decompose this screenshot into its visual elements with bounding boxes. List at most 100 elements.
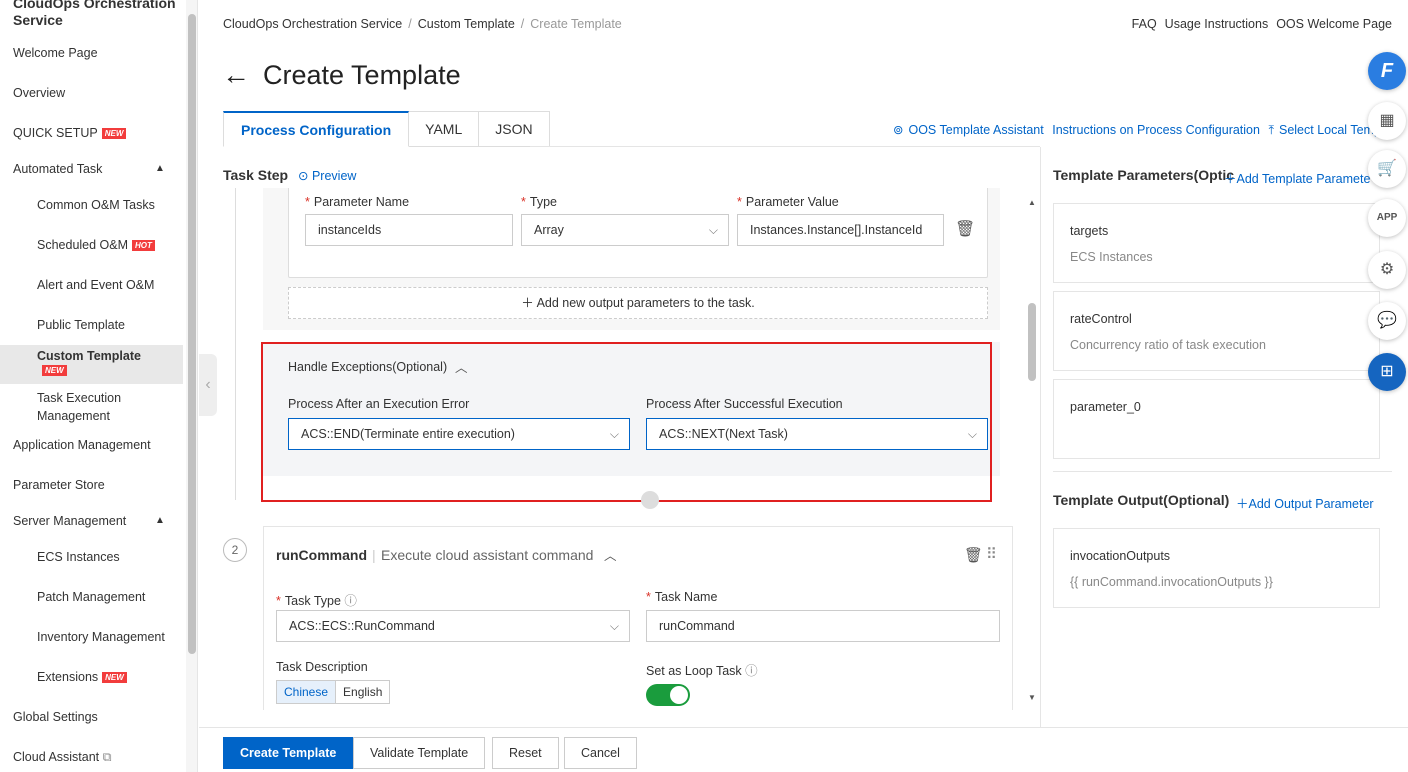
sidebar-item-public-template[interactable]: Public Template: [37, 318, 125, 332]
tab-yaml[interactable]: YAML: [409, 111, 480, 147]
param-card[interactable]: rateControl Concurrency ratio of task exe…: [1053, 291, 1380, 371]
qr-code-icon[interactable]: ▦: [1368, 102, 1406, 140]
faq-link[interactable]: FAQ: [1132, 17, 1157, 31]
drag-handle-dot[interactable]: [641, 491, 659, 509]
trash-icon[interactable]: 🗑: [955, 219, 975, 239]
scroll-down-icon[interactable]: ▼: [1028, 693, 1036, 702]
chevron-down-icon: ⌵: [609, 619, 619, 633]
sidebar-scroll-thumb[interactable]: [188, 14, 196, 654]
sidebar-item-alert-event[interactable]: Alert and Event O&M: [37, 278, 154, 292]
breadcrumb: CloudOps Orchestration Service / Custom Te…: [223, 17, 622, 31]
sidebar-item-label: Custom Template: [37, 349, 141, 363]
sidebar-item-task-execution[interactable]: Task Execution Management: [37, 389, 157, 425]
loop-task-label: Set as Loop Task ⓘ: [646, 664, 758, 678]
chevron-up-icon[interactable]: ︿: [604, 545, 617, 564]
sidebar-item-extensions[interactable]: Extensions NEW: [37, 670, 127, 684]
app-icon[interactable]: APP: [1368, 199, 1406, 237]
breadcrumb-item[interactable]: CloudOps Orchestration Service: [223, 17, 402, 31]
sidebar-item-common-om[interactable]: Common O&M Tasks: [37, 198, 155, 212]
tab-process-configuration[interactable]: Process Configuration: [223, 111, 410, 147]
footer-actions: Create Template Validate Template Reset …: [199, 727, 1408, 772]
sidebar-item-custom-template[interactable]: Custom Template NEW: [37, 349, 141, 377]
loop-task-toggle[interactable]: [646, 684, 690, 706]
assistant-logo-icon[interactable]: F: [1368, 52, 1406, 90]
param-card[interactable]: parameter_0: [1053, 379, 1380, 459]
sidebar-item-label: Cloud Assistant: [13, 750, 100, 764]
right-panel-divider: [1053, 471, 1392, 472]
apps-grid-icon[interactable]: ⊞: [1368, 353, 1406, 391]
type-label: * Type: [521, 195, 557, 209]
add-output-param-button[interactable]: ＋ Add new output parameters to the task.: [288, 287, 988, 319]
lang-chinese-option[interactable]: Chinese: [277, 681, 337, 703]
preview-button[interactable]: ⊙ Preview: [298, 168, 356, 183]
sidebar-item-server-management[interactable]: Server Management: [13, 514, 126, 528]
step-number: 2: [223, 538, 247, 562]
editor-scrollbar[interactable]: ▲ ▼: [1024, 188, 1040, 710]
heading-divider: |: [372, 547, 376, 563]
chat-icon[interactable]: 💬: [1368, 302, 1406, 340]
param-value-input[interactable]: Instances.Instance[].InstanceId: [737, 214, 944, 246]
type-select[interactable]: Array ⌵: [521, 214, 729, 246]
sidebar-item-overview[interactable]: Overview: [13, 86, 65, 100]
output-param-card: * Parameter Name * Type * Parameter Value i…: [288, 188, 988, 278]
template-output-title: Template Output(Optional): [1053, 492, 1230, 508]
sidebar-item-global-settings[interactable]: Global Settings: [13, 710, 98, 724]
welcome-page-link[interactable]: OOS Welcome Page: [1276, 17, 1392, 31]
sidebar-item-quick-setup[interactable]: QUICK SETUP NEW: [13, 126, 127, 140]
help-icon[interactable]: ⓘ: [344, 594, 357, 608]
sidebar-item-parameter-store[interactable]: Parameter Store: [13, 478, 105, 492]
lang-english-option[interactable]: English: [336, 681, 389, 703]
upload-icon: ⤒: [1268, 123, 1274, 137]
add-output-param-link[interactable]: ＋Add Output Parameter: [1236, 493, 1374, 512]
reset-button[interactable]: Reset: [492, 737, 559, 769]
new-badge: NEW: [42, 365, 67, 376]
validate-template-button[interactable]: Validate Template: [353, 737, 486, 769]
new-badge: NEW: [101, 128, 127, 139]
language-toggle: Chinese English: [276, 680, 391, 704]
highlight-box: [261, 342, 992, 502]
toggle-knob: [670, 686, 688, 704]
editor-toolbar: ⊚ OOS Template Assistant Instructions on …: [893, 122, 1389, 138]
gear-icon[interactable]: ⚙: [1368, 251, 1406, 289]
drag-grip-icon[interactable]: ⠿: [986, 545, 997, 563]
collapse-sidebar-handle[interactable]: ‹: [199, 354, 217, 416]
param-card[interactable]: targets ECS Instances: [1053, 203, 1380, 283]
play-icon: ⊙: [298, 169, 309, 183]
sidebar-item-automated-task[interactable]: Automated Task: [13, 162, 102, 176]
sidebar-brand: CloudOps Orchestration Service: [13, 0, 176, 28]
task-type-select[interactable]: ACS::ECS::RunCommand ⌵: [276, 610, 630, 642]
sidebar-item-patch[interactable]: Patch Management: [37, 590, 145, 604]
usage-instructions-link[interactable]: Usage Instructions: [1165, 17, 1269, 31]
output-card[interactable]: invocationOutputs{{ runCommand.invocatio…: [1053, 528, 1380, 608]
sidebar-item-cloud-assistant[interactable]: Cloud Assistant ⧉: [13, 750, 112, 765]
back-arrow-icon[interactable]: ←: [222, 60, 250, 90]
trash-icon[interactable]: 🗑: [964, 546, 983, 564]
new-badge: NEW: [102, 672, 127, 683]
sidebar-item-ecs-instances[interactable]: ECS Instances: [37, 550, 120, 564]
template-assistant-link[interactable]: OOS Template Assistant: [908, 123, 1043, 137]
sidebar-item-welcome[interactable]: Welcome Page: [13, 46, 98, 60]
task-name-heading: runCommand: [276, 547, 367, 563]
param-name-input[interactable]: instanceIds: [305, 214, 513, 246]
breadcrumb-item[interactable]: Custom Template: [418, 17, 515, 31]
cancel-button[interactable]: Cancel: [564, 737, 637, 769]
help-icon[interactable]: ⓘ: [745, 664, 758, 678]
task-step-editor: * Parameter Name * Type * Parameter Value i…: [223, 188, 1040, 710]
plus-icon: ＋: [1236, 497, 1249, 511]
add-template-param-link[interactable]: ＋Add Template Paramete: [1224, 168, 1370, 187]
template-params-title: Template Parameters(Optic: [1053, 167, 1235, 183]
tab-json[interactable]: JSON: [479, 111, 550, 147]
param-value-label: * Parameter Value: [737, 195, 839, 209]
sidebar-item-inventory[interactable]: Inventory Management: [37, 630, 165, 644]
scroll-up-icon[interactable]: ▲: [1028, 198, 1036, 207]
instructions-link[interactable]: Instructions on Process Configuration: [1052, 123, 1260, 137]
chevron-up-icon[interactable]: ▲: [155, 515, 165, 526]
editor-scroll-thumb[interactable]: [1028, 303, 1036, 381]
cart-icon[interactable]: 🛒: [1368, 150, 1406, 188]
sidebar-item-scheduled-om[interactable]: Scheduled O&M HOT: [37, 238, 155, 252]
sidebar-item-label: Scheduled O&M: [37, 238, 129, 252]
chevron-up-icon[interactable]: ▲: [155, 163, 165, 174]
task-name-input[interactable]: runCommand: [646, 610, 1000, 642]
sidebar-item-application[interactable]: Application Management: [13, 438, 151, 452]
create-template-button[interactable]: Create Template: [223, 737, 354, 769]
